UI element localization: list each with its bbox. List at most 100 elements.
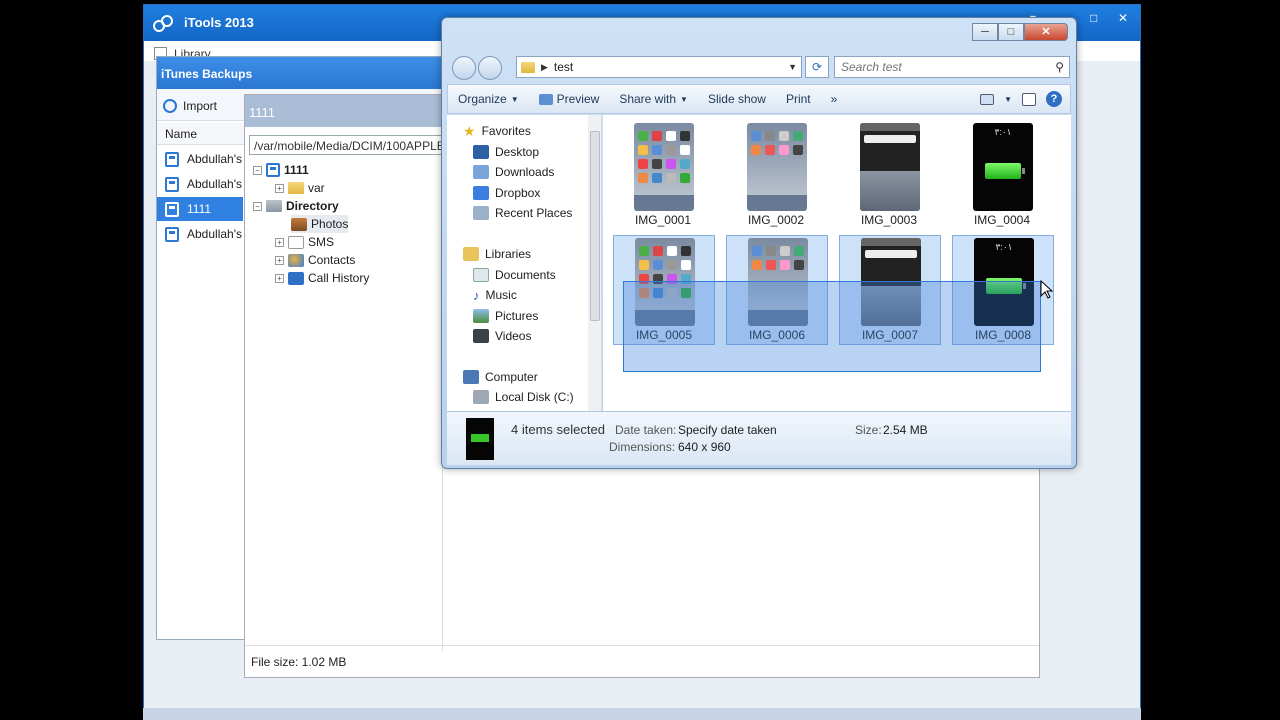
file-thumbnail[interactable]: ٣:٠١ IMG_0004 [952, 121, 1054, 231]
import-label: Import [183, 99, 218, 113]
collapse-icon[interactable]: − [253, 201, 262, 211]
tree-node-call-history[interactable]: + Call History [275, 269, 369, 287]
home-screen-image [634, 123, 694, 211]
tree-node-sms[interactable]: + SMS [275, 233, 334, 251]
print-button[interactable]: Print [776, 84, 821, 114]
tree-var-label: var [308, 181, 325, 195]
nav-libraries-label: Libraries [485, 247, 532, 261]
computer-icon [463, 370, 479, 384]
backup-item[interactable]: Abdullah's [157, 172, 243, 196]
expand-icon[interactable]: + [275, 183, 284, 193]
details-pane: 4 items selected Date taken: Specify dat… [447, 411, 1071, 465]
backup-disk-icon [165, 176, 179, 192]
nav-downloads-label: Downloads [495, 165, 555, 179]
backup-disk-icon [165, 226, 179, 242]
pictures-icon [473, 309, 489, 323]
tree-node-photos[interactable]: Photos [291, 215, 349, 233]
nav-computer[interactable]: Computer [463, 367, 538, 387]
change-view-icon[interactable] [980, 93, 995, 105]
photos-icon [291, 217, 307, 231]
search-box[interactable]: ⚲ [834, 56, 1070, 78]
back-button[interactable] [452, 56, 476, 80]
nav-pictures-label: Pictures [495, 309, 539, 323]
file-name: IMG_0004 [973, 213, 1031, 227]
slide-show-button[interactable]: Slide show [698, 84, 776, 114]
tree-directory-label: Directory [286, 199, 339, 213]
collapse-icon[interactable]: − [253, 165, 262, 175]
date-taken-value[interactable]: Specify date taken [678, 423, 777, 437]
nav-documents-label: Documents [495, 268, 556, 282]
slide-show-label: Slide show [707, 92, 766, 106]
file-thumbnail[interactable]: IMG_0001 [613, 121, 715, 231]
path-field[interactable]: /var/mobile/Media/DCIM/100APPLE [249, 135, 445, 155]
file-thumbnail[interactable]: IMG_0002 [726, 121, 828, 231]
itools-logo-icon [153, 15, 173, 32]
nav-music[interactable]: ♪ Music [473, 285, 517, 305]
nav-music-label: Music [485, 288, 517, 302]
nav-pictures[interactable]: Pictures [473, 306, 538, 326]
tree-node-var[interactable]: + var [275, 179, 325, 197]
share-with-button[interactable]: Share with ▼ [609, 84, 698, 114]
nav-desktop[interactable]: Desktop [473, 142, 539, 162]
backup-item[interactable]: Abdullah's [157, 147, 243, 171]
search-icon[interactable]: ⚲ [1055, 60, 1064, 74]
close-button[interactable]: ✕ [1118, 11, 1128, 25]
backup-item-label: 1111 [187, 202, 212, 216]
backup-item[interactable]: Abdullah's [157, 222, 243, 246]
selection-marquee [623, 281, 1041, 372]
desktop-icon [473, 145, 489, 159]
more-commands-button[interactable]: » [821, 84, 848, 114]
expand-icon[interactable]: + [275, 273, 284, 283]
nav-dropbox[interactable]: Dropbox [473, 183, 540, 203]
status-divider [245, 645, 1039, 646]
explorer-minimize-button[interactable]: ─ [972, 23, 998, 41]
expand-icon[interactable]: + [275, 255, 284, 265]
contacts-icon [288, 253, 304, 267]
nav-libraries[interactable]: Libraries [463, 244, 531, 264]
preview-icon [538, 93, 553, 105]
nav-documents[interactable]: Documents [473, 265, 556, 285]
import-button[interactable]: Import [163, 96, 217, 116]
expand-icon[interactable]: + [275, 237, 284, 247]
view-dropdown-icon[interactable]: ▼ [1004, 95, 1012, 104]
tree-contacts-label: Contacts [308, 253, 356, 267]
breadcrumb-arrow-icon[interactable]: ▶ [541, 62, 548, 73]
preview-pane-icon[interactable] [1022, 92, 1036, 106]
explorer-maximize-button[interactable]: □ [998, 23, 1024, 41]
nav-favorites[interactable]: ★ Favorites [463, 121, 531, 141]
backup-item-selected[interactable]: 1111 [157, 197, 243, 221]
address-dropdown-icon[interactable]: ▼ [788, 62, 797, 72]
nav-recent-places-label: Recent Places [495, 206, 573, 220]
explorer-close-button[interactable]: ✕ [1024, 23, 1068, 41]
itools-title: iTools 2013 [184, 15, 254, 30]
tree-node-contacts[interactable]: + Contacts [275, 251, 355, 269]
preview-label: Preview [556, 92, 600, 106]
device-icon [266, 163, 280, 177]
documents-icon [473, 268, 489, 282]
recent-places-icon [473, 206, 489, 220]
nav-scrollbar-thumb[interactable] [590, 131, 600, 321]
search-input[interactable] [841, 58, 1041, 76]
backup-item-label: Abdullah's [187, 177, 242, 191]
nav-videos[interactable]: Videos [473, 326, 531, 346]
maximize-button[interactable]: □ [1090, 11, 1097, 25]
tree-node-directory[interactable]: − Directory [253, 197, 339, 215]
forward-button[interactable] [478, 56, 502, 80]
nav-videos-label: Videos [495, 329, 532, 343]
navigation-pane: ★ Favorites Desktop Downloads Dropbox Re… [447, 115, 602, 411]
backup-disk-icon [165, 151, 179, 167]
address-bar[interactable]: ▶ test ▼ [516, 56, 802, 78]
nav-downloads[interactable]: Downloads [473, 162, 554, 182]
chevron-down-icon: ▼ [510, 94, 519, 104]
organize-button[interactable]: Organize ▼ [448, 84, 529, 114]
nav-local-disk[interactable]: Local Disk (C:) [473, 387, 574, 407]
tree-node-root[interactable]: − 1111 [253, 161, 309, 179]
call-history-icon [288, 271, 304, 285]
size-value: 2.54 MB [883, 423, 928, 437]
help-icon[interactable]: ? [1046, 91, 1062, 107]
file-thumbnail[interactable]: IMG_0003 [839, 121, 941, 231]
preview-button[interactable]: Preview [529, 84, 610, 114]
refresh-button[interactable]: ⟳ [805, 56, 829, 78]
nav-recent-places[interactable]: Recent Places [473, 203, 572, 223]
tree-root-label: 1111 [284, 163, 309, 177]
